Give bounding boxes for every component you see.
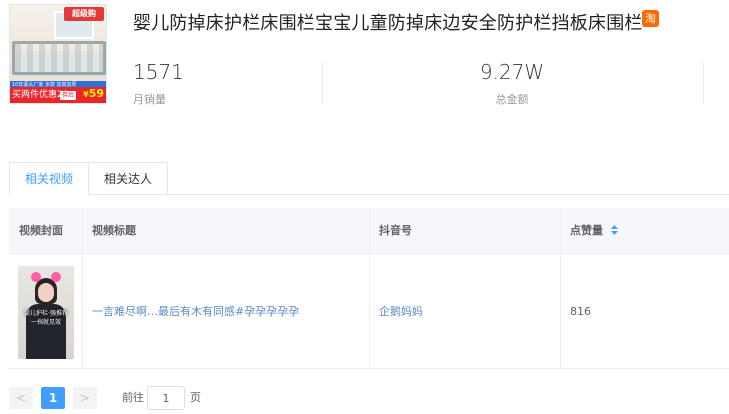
- goto-label: 前往: [122, 391, 144, 404]
- likes-count: 816: [570, 305, 591, 318]
- cover-caption: 婴儿护栏·强推荐: [24, 310, 68, 317]
- video-cover-thumbnail[interactable]: 婴儿护栏·强推荐 一挡就见效: [18, 266, 74, 359]
- column-header-account: 抖音号: [379, 224, 412, 237]
- monthly-sales-value: 1571: [133, 60, 184, 84]
- sort-icon[interactable]: [610, 225, 618, 235]
- column-header-cover: 视频封面: [19, 224, 63, 237]
- cover-caption: 一挡就见效: [30, 319, 61, 326]
- thumbnail-promo-tag: 券后: [60, 91, 77, 100]
- thumbnail-price: ¥59: [83, 87, 104, 100]
- tab-related-influencers[interactable]: 相关达人: [88, 162, 168, 195]
- total-amount-label: 总金额: [495, 93, 529, 106]
- thumbnail-price-value: 59: [88, 87, 104, 100]
- page-number-button[interactable]: 1: [41, 387, 65, 409]
- cover-face: [38, 283, 54, 302]
- stats-divider: [703, 62, 704, 104]
- prev-page-button[interactable]: <: [9, 387, 33, 409]
- tab-related-videos[interactable]: 相关视频: [9, 162, 89, 195]
- douyin-account-link[interactable]: 企鹅妈妈: [369, 254, 560, 369]
- cover-ear-left: [31, 272, 41, 282]
- monthly-sales-label: 月销量: [133, 93, 166, 106]
- cover-ear-right: [51, 272, 61, 282]
- column-header-likes-label: 点赞量: [570, 224, 603, 237]
- thumbnail-badge: 超级购: [64, 7, 104, 21]
- thumbnail-bed-rail: [12, 41, 106, 75]
- next-page-button[interactable]: >: [73, 387, 97, 409]
- videos-table: 视频封面 视频标题 抖音号 点赞量 婴儿护栏·强推荐 一挡就见效 一言难尽啊…最…: [9, 208, 729, 369]
- cover-cell: 婴儿护栏·强推荐 一挡就见效: [9, 254, 82, 369]
- taobao-platform-icon: 淘: [642, 10, 659, 27]
- total-amount-value: 9.27W: [479, 60, 545, 84]
- column-header-title: 视频标题: [92, 224, 136, 237]
- goto-page-input[interactable]: [147, 386, 185, 410]
- goto-suffix: 页: [190, 391, 201, 404]
- table-row: 婴儿护栏·强推荐 一挡就见效 一言难尽啊…最后有木有同感#孕孕孕孕孕 企鹅妈妈 …: [9, 254, 729, 369]
- product-title: 婴儿防掉床护栏床围栏宝宝儿童防掉床边安全防护栏挡板床围栏: [133, 13, 643, 34]
- column-header-likes[interactable]: 点赞量: [560, 208, 729, 254]
- video-title-link[interactable]: 一言难尽啊…最后有木有同感#孕孕孕孕孕: [82, 254, 369, 369]
- product-thumbnail[interactable]: 超级购 10年源头厂家 多款 加高加厚 买两件优惠20 券后 ¥59: [9, 4, 107, 104]
